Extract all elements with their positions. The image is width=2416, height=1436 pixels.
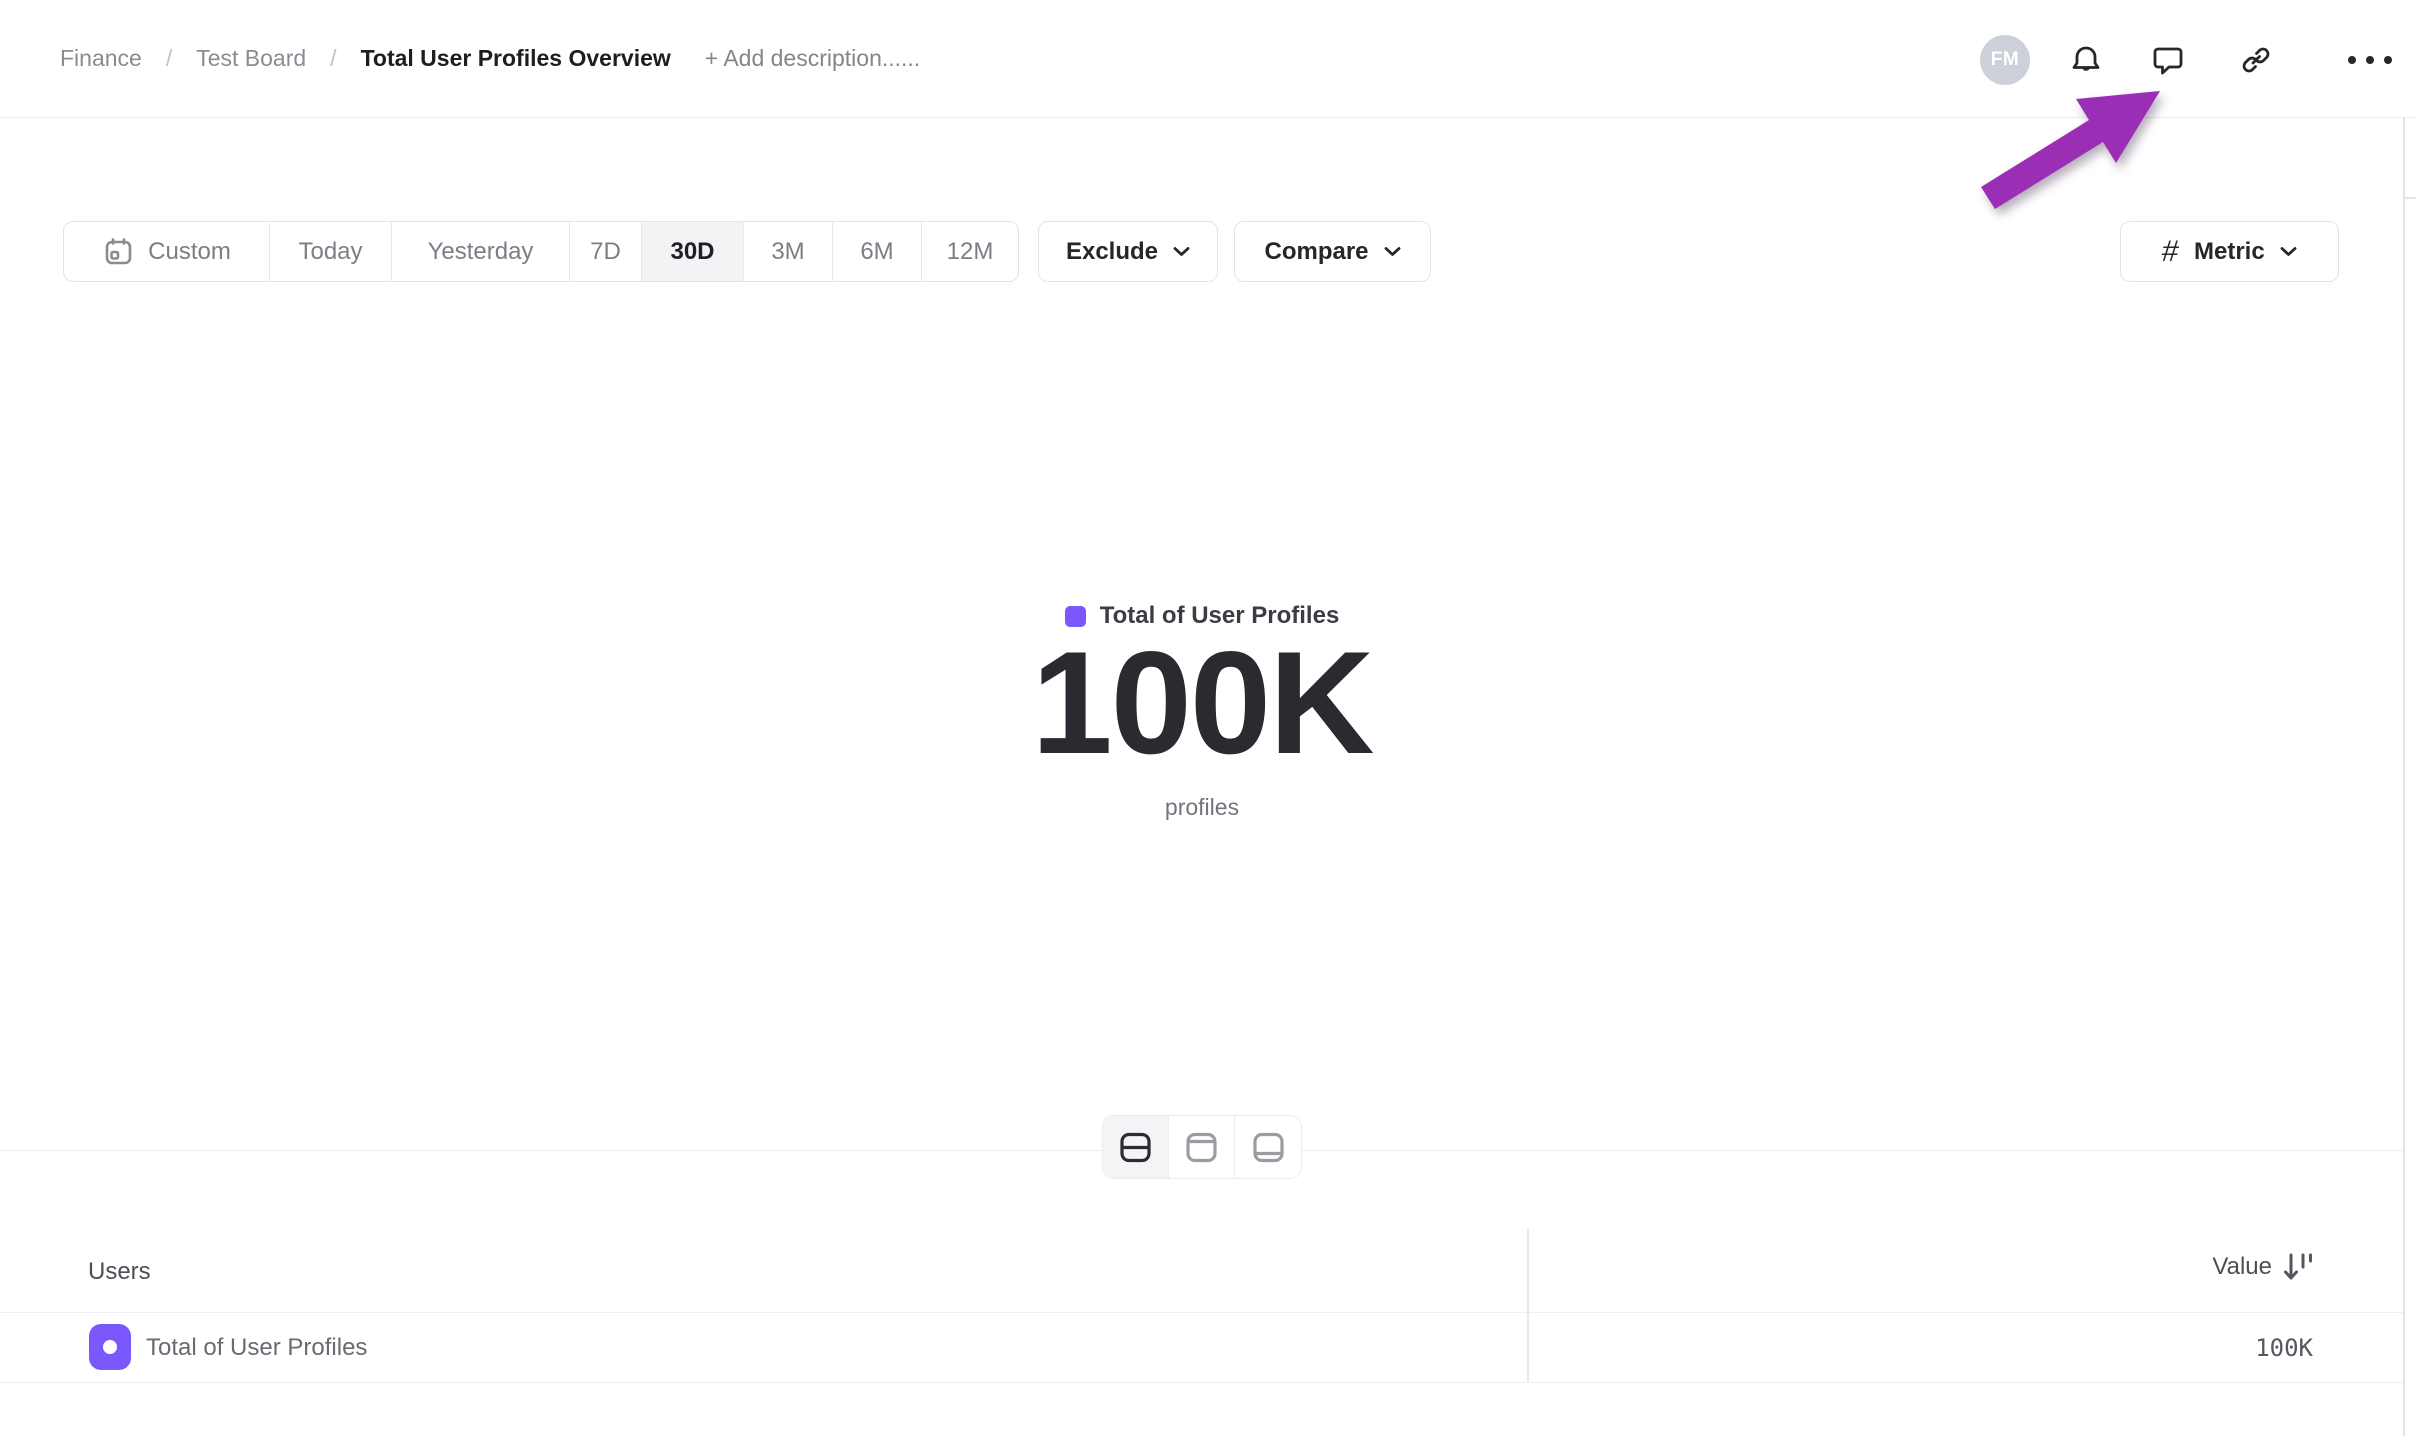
table-row-label: Total of User Profiles (146, 1334, 367, 1362)
page-title[interactable]: Total User Profiles Overview (361, 45, 671, 72)
date-range-3m[interactable]: 3M (744, 222, 833, 281)
date-range-label: 12M (947, 238, 994, 266)
compare-label: Compare (1264, 238, 1368, 266)
add-description-button[interactable]: + Add description...... (705, 45, 920, 72)
chevron-down-icon (1173, 246, 1190, 257)
date-range-6m[interactable]: 6M (833, 222, 922, 281)
scrollbar-track[interactable] (2403, 118, 2405, 1436)
hash-icon: # (2161, 235, 2181, 269)
column-header-value-sort[interactable]: Value (2212, 1250, 2313, 1284)
table-row-value: 100K (2255, 1334, 2313, 1362)
ellipsis-icon (2347, 55, 2393, 65)
series-badge (89, 1324, 131, 1370)
sort-descending-icon (2282, 1250, 2313, 1284)
date-range-label: Yesterday (428, 238, 534, 266)
exclude-label: Exclude (1066, 238, 1158, 266)
bell-icon (2067, 41, 2105, 79)
breadcrumb-separator: / (166, 45, 172, 72)
exclude-dropdown-button[interactable]: Exclude (1038, 221, 1218, 282)
calendar-icon (102, 235, 135, 268)
metric-label: Metric (2194, 238, 2265, 266)
date-range-label: Custom (148, 238, 231, 266)
date-range-7d[interactable]: 7D (570, 222, 642, 281)
series-dot-icon (103, 1340, 117, 1354)
date-range-label: Today (298, 238, 362, 266)
date-range-30d-active[interactable]: 30D (642, 222, 744, 281)
metric-big-value: 100K (0, 630, 2404, 776)
date-range-label: 30D (670, 238, 714, 266)
date-range-yesterday[interactable]: Yesterday (392, 222, 570, 281)
layout-table-view-button[interactable] (1235, 1116, 1301, 1178)
scrollbar-thumb[interactable] (2404, 197, 2416, 199)
breadcrumb-finance[interactable]: Finance (60, 45, 142, 72)
column-header-value: Value (2212, 1253, 2272, 1281)
report-page: Finance / Test Board / Total User Profil… (0, 0, 2416, 1436)
comments-button[interactable] (2144, 36, 2192, 84)
split-view-icon (1117, 1129, 1154, 1166)
copy-link-button[interactable] (2232, 36, 2280, 84)
metric-unit: profiles (0, 794, 2404, 821)
chevron-down-icon (1384, 246, 1401, 257)
table-row-border (0, 1382, 2404, 1383)
date-range-custom[interactable]: Custom (64, 222, 270, 281)
notifications-button[interactable] (2062, 36, 2110, 84)
date-range-today[interactable]: Today (270, 222, 392, 281)
date-range-12m[interactable]: 12M (922, 222, 1018, 281)
metric-dropdown-button[interactable]: # Metric (2120, 221, 2339, 282)
layout-split-view-button[interactable] (1103, 1116, 1169, 1178)
date-range-label: 6M (860, 238, 893, 266)
compare-dropdown-button[interactable]: Compare (1234, 221, 1431, 282)
layout-chart-view-button[interactable] (1169, 1116, 1235, 1178)
avatar[interactable]: FM (1980, 35, 2030, 85)
date-range-label: 3M (771, 238, 804, 266)
column-header-users: Users (88, 1258, 151, 1286)
more-options-button[interactable] (2346, 36, 2394, 84)
breadcrumb-test-board[interactable]: Test Board (196, 45, 306, 72)
link-icon (2237, 41, 2275, 79)
chevron-down-icon (2280, 246, 2297, 257)
layout-toggle (1102, 1115, 1302, 1179)
bottom-panel-icon (1250, 1129, 1287, 1166)
breadcrumb-separator: / (330, 45, 336, 72)
comment-bubble-icon (2149, 41, 2187, 79)
date-range-selector: Custom Today Yesterday 7D 30D 3M 6M 12M (63, 221, 1019, 282)
top-header: Finance / Test Board / Total User Profil… (0, 0, 2416, 118)
date-range-label: 7D (590, 238, 621, 266)
breadcrumb: Finance / Test Board / Total User Profil… (60, 45, 920, 72)
top-panel-icon (1183, 1129, 1220, 1166)
